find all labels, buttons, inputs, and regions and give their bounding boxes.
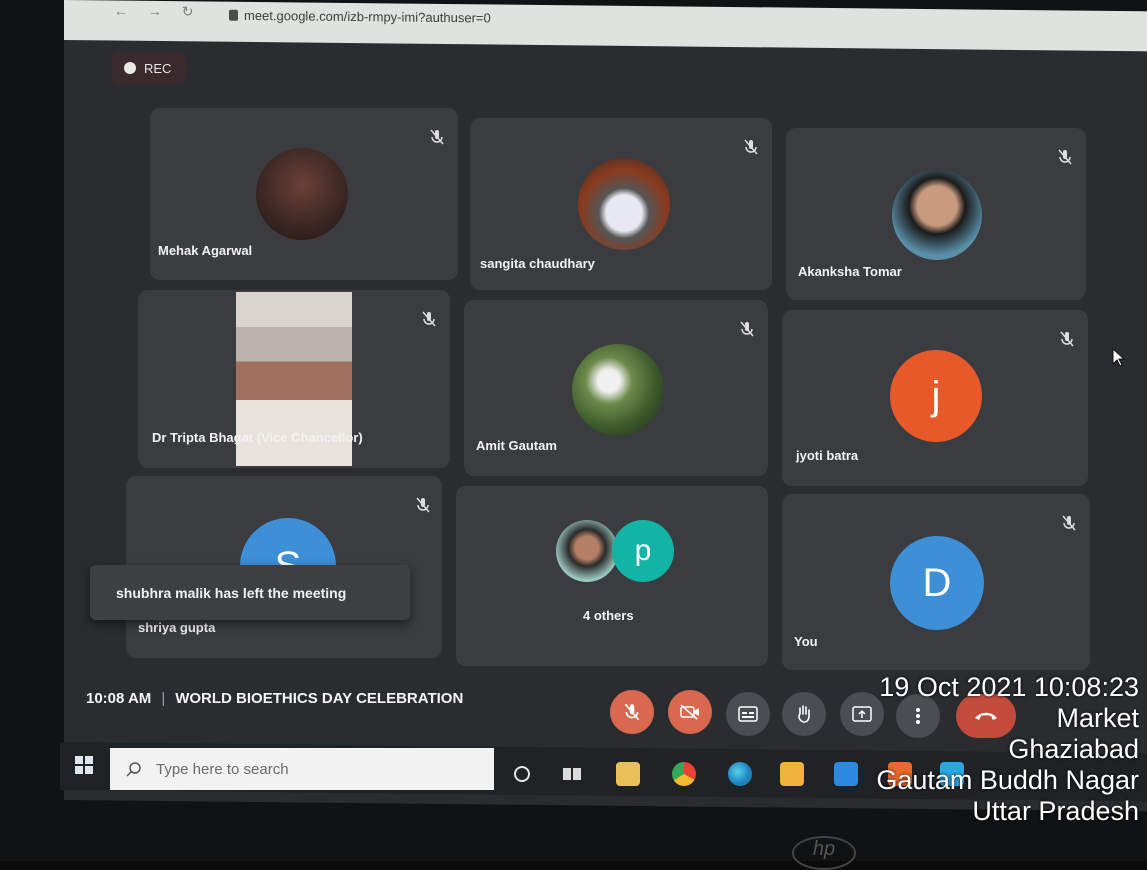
edge-icon[interactable] xyxy=(728,762,752,786)
recording-indicator: REC xyxy=(112,52,186,84)
avatar: D xyxy=(890,536,984,630)
chrome-icon[interactable] xyxy=(672,762,696,786)
raise-hand-icon xyxy=(798,705,810,723)
participant-name: sangita chaudhary xyxy=(480,256,595,271)
mic-off-icon xyxy=(740,321,754,337)
participant-name: jyoti batra xyxy=(796,448,859,463)
taskbar-search[interactable]: Type here to search xyxy=(110,748,494,790)
cortana-icon[interactable] xyxy=(510,762,534,786)
mic-off-icon xyxy=(1060,331,1074,347)
captions-button[interactable] xyxy=(726,692,770,736)
avatar: j xyxy=(890,350,982,442)
separator: | xyxy=(161,690,166,707)
location-timestamp: 19 Oct 2021 10:08:23 Market Ghaziabad Ga… xyxy=(876,672,1139,827)
rec-label: REC xyxy=(144,60,172,76)
participant-name: 4 others xyxy=(583,608,634,623)
mic-off-icon xyxy=(624,703,640,721)
url-text[interactable]: meet.google.com/izb-rmpy-imi?authuser=0 xyxy=(244,8,491,26)
meeting-time: 10:08 AM xyxy=(86,690,152,707)
participant-tile[interactable]: D You xyxy=(782,494,1090,670)
camera-toggle-button[interactable] xyxy=(668,690,712,734)
mic-off-icon xyxy=(1058,149,1072,165)
avatar xyxy=(892,170,982,260)
mic-off-icon xyxy=(430,129,444,145)
participant-name: Dr Tripta Bhagat (Vice Chancellor) xyxy=(152,430,363,445)
hp-logo: hp xyxy=(792,836,856,870)
stamp-line: Gautam Buddh Nagar xyxy=(876,765,1139,795)
search-placeholder: Type here to search xyxy=(156,760,289,778)
store-icon[interactable] xyxy=(780,762,804,786)
stamp-line: Ghaziabad xyxy=(1008,734,1139,764)
participant-tile[interactable]: Akanksha Tomar xyxy=(786,128,1086,300)
mic-off-icon xyxy=(1062,515,1076,531)
left-meeting-toast: shubhra malik has left the meeting xyxy=(90,565,410,620)
camera-off-icon xyxy=(680,704,699,720)
meeting-title[interactable]: WORLD BIOETHICS DAY CELEBRATION xyxy=(175,690,463,707)
participant-name: Mehak Agarwal xyxy=(158,243,253,258)
participant-name: You xyxy=(794,634,818,649)
participant-tile[interactable]: Amit Gautam xyxy=(464,300,768,476)
raise-hand-button[interactable] xyxy=(782,692,826,736)
file-explorer-icon[interactable] xyxy=(616,762,640,786)
search-icon xyxy=(126,762,141,777)
participant-tile[interactable]: j jyoti batra xyxy=(782,310,1088,486)
participant-tile[interactable]: sangita chaudhary xyxy=(470,118,772,290)
participant-tile[interactable]: Dr Tripta Bhagat (Vice Chancellor) xyxy=(138,290,450,468)
meeting-details[interactable]: 10:08 AM | WORLD BIOETHICS DAY CELEBRATION xyxy=(86,690,463,707)
stamp-datetime: 19 Oct 2021 10:08:23 xyxy=(879,672,1139,702)
avatar xyxy=(256,148,348,240)
avatar: p xyxy=(612,520,674,582)
stamp-line: Uttar Pradesh xyxy=(972,796,1139,826)
participant-tile[interactable]: p 4 others xyxy=(456,486,768,666)
avatar xyxy=(572,344,664,436)
browser-nav-icons[interactable]: ← → ↻ xyxy=(114,3,202,21)
participant-name: Amit Gautam xyxy=(476,438,557,453)
participant-name: Akanksha Tomar xyxy=(798,264,902,279)
avatar xyxy=(578,158,670,250)
lock-icon xyxy=(229,9,238,21)
stamp-line: Market xyxy=(1056,703,1139,733)
avatar xyxy=(556,520,618,582)
participant-name: shriya gupta xyxy=(138,620,216,635)
mouse-cursor-icon xyxy=(1112,348,1126,367)
mic-off-icon xyxy=(416,497,430,513)
windows-icon[interactable] xyxy=(75,756,93,774)
mic-toggle-button[interactable] xyxy=(610,690,654,734)
mic-off-icon xyxy=(422,311,436,327)
mail-icon[interactable] xyxy=(834,762,858,786)
captions-icon xyxy=(738,706,758,722)
task-view-icon[interactable] xyxy=(560,762,584,786)
present-icon xyxy=(852,706,872,722)
record-dot-icon xyxy=(124,62,136,74)
participant-tile[interactable]: Mehak Agarwal xyxy=(150,108,458,280)
mic-off-icon xyxy=(744,139,758,155)
